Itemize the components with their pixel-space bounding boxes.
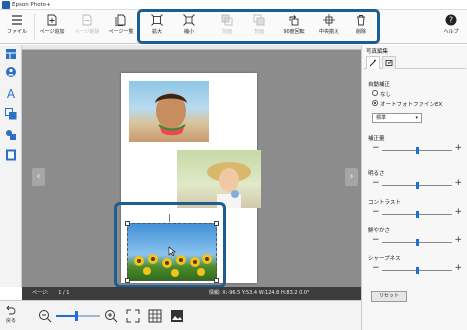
page-value: 1 / 1 [58,290,70,296]
zoom-out-icon[interactable] [38,309,52,323]
svg-text:A: A [7,87,16,99]
minus-icon[interactable]: − [372,144,380,153]
fit-to-window-icon[interactable] [126,309,140,323]
delete-page-label: ページ削除 [74,29,100,35]
return-label: 戻る [5,318,16,324]
next-page-arrow[interactable]: › [345,168,358,186]
add-page-icon [47,14,57,26]
radio-auto-photo-fine[interactable] [372,100,378,106]
status-bar: ページ: 1 / 1 情報: X:-96.5 Y:53.4 W:124.8 H:… [22,287,361,300]
minus-icon[interactable]: − [372,179,380,188]
contrast-slider-thumb[interactable] [416,211,419,218]
frame-icon[interactable] [5,108,17,120]
plus-icon[interactable]: + [454,236,462,245]
sharpness-label: シャープネス [368,256,401,262]
panel-tabs [364,56,466,69]
radio-auto-photo-fine-label: オートフォトファインEX [380,102,443,108]
bottom-bar [22,300,361,330]
preset-dropdown[interactable]: 標準 ▾ [372,113,422,123]
photo-highlight-frame [114,202,226,288]
help-button[interactable]: ? ヘルプ [436,12,466,42]
saturation-slider[interactable]: − + [372,236,462,246]
ruler [22,45,361,50]
plus-icon[interactable]: + [454,144,462,153]
minus-icon[interactable]: − [372,264,380,273]
page-label: ページ: [32,290,49,296]
reset-label: リセット [378,293,399,299]
app-logo-icon [2,1,10,9]
sharpness-slider[interactable]: − + [372,264,462,274]
magic-wand-icon [369,59,376,67]
grid-icon[interactable] [148,309,162,323]
window-title: Epson Photo+ [12,2,51,8]
chevron-down-icon: ▾ [415,115,418,121]
zoom-slider-fill [56,315,76,317]
photo-girl-watermelon[interactable] [129,81,209,142]
plus-icon[interactable]: + [454,264,462,273]
brightness-slider-thumb[interactable] [416,182,419,189]
tab-adjust[interactable] [366,56,380,69]
page-list-label: ページ一覧 [108,29,134,35]
radio-none[interactable] [372,90,378,96]
contrast-slider[interactable]: − + [372,208,462,218]
reset-button[interactable]: リセット [371,291,407,302]
minus-icon[interactable]: − [372,236,380,245]
text-icon[interactable]: A [5,87,17,99]
panel-title: 写真編集 [366,49,389,55]
zoom-slider[interactable] [56,315,100,317]
background-icon[interactable] [5,149,17,161]
file-menu-button[interactable]: ファイル [2,12,32,42]
delete-page-icon [82,14,92,26]
minus-icon[interactable]: − [372,208,380,217]
return-button[interactable]: 戻る [0,300,22,330]
amount-slider[interactable]: − + [372,144,462,154]
page-indicator: ページ: 1 / 1 [32,287,69,300]
sharpness-slider-thumb[interactable] [416,267,419,274]
preset-value: 標準 [376,115,387,121]
delete-page-button[interactable]: ページ削除 [72,12,102,42]
help-icon: ? [445,14,457,26]
svg-text:?: ? [449,16,453,25]
toolbar-highlight-frame [137,9,380,44]
crop-icon [385,60,393,66]
selection-info: 情報: X:-96.5 Y:53.4 W:124.8 H:83.2 0.0° [209,290,310,296]
return-arrow-icon [6,305,16,315]
add-page-label: ページ追加 [39,29,65,35]
image-preview-icon[interactable] [170,309,184,323]
zoom-slider-thumb[interactable] [74,311,78,321]
hamburger-menu-icon [12,15,22,25]
amount-slider-thumb[interactable] [416,147,419,154]
page-list-button[interactable]: ページ一覧 [106,12,136,42]
add-page-button[interactable]: ページ追加 [37,12,67,42]
file-menu-label: ファイル [6,29,27,35]
saturation-label: 鮮やかさ [368,228,391,234]
people-icon[interactable] [5,66,17,78]
plus-icon[interactable]: + [454,208,462,217]
zoom-in-icon[interactable] [104,309,118,323]
photo-child-hat[interactable] [177,150,261,208]
auto-correct-label: 自動補正 [368,82,391,88]
plus-icon[interactable]: + [454,179,462,188]
page-list-icon [115,14,126,26]
layout-icon[interactable] [5,48,17,60]
left-sidebar: A [0,45,22,287]
saturation-slider-thumb[interactable] [416,239,419,246]
tab-crop[interactable] [382,56,396,69]
stamp-icon[interactable] [5,129,17,141]
prev-page-arrow[interactable]: ‹ [32,168,45,186]
contrast-label: コントラスト [368,200,401,206]
photo-edit-panel: 写真編集 自動補正 なし オートフォトファインEX 標準 ▾ 補正量 − + 明… [361,45,467,330]
brightness-label: 明るさ [368,171,385,177]
amount-label: 補正量 [368,136,385,142]
radio-none-label: なし [380,92,392,98]
help-label: ヘルプ [443,29,459,35]
brightness-slider[interactable]: − + [372,179,462,189]
